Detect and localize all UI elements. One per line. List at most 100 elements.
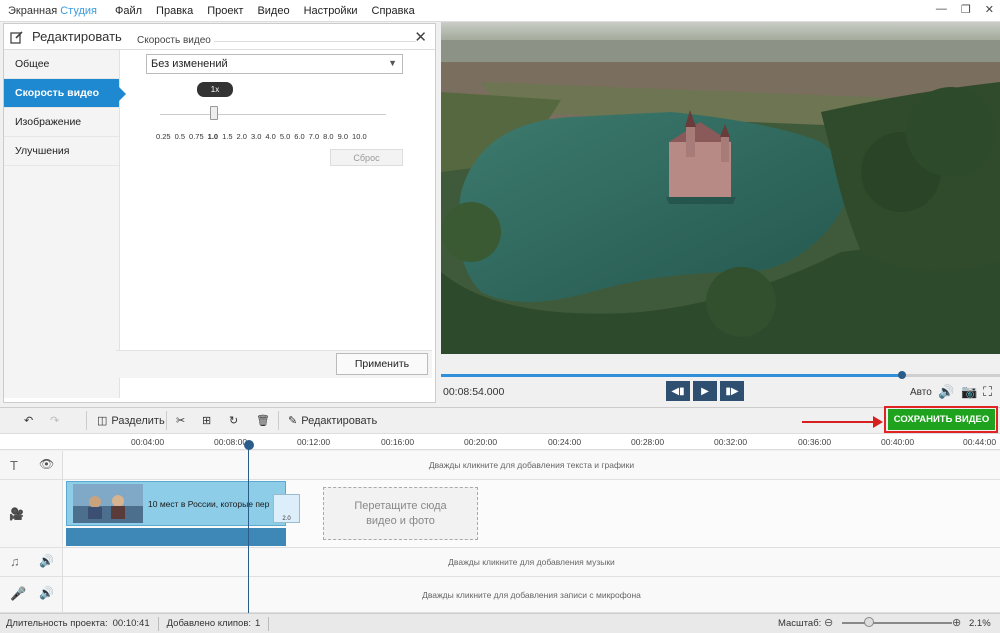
split-button[interactable]: ◫ Разделить bbox=[97, 414, 165, 428]
maximize-icon[interactable]: ❐ bbox=[961, 3, 971, 16]
tab-general[interactable]: Общее bbox=[4, 50, 119, 79]
zoom-in-icon[interactable]: ⊕ bbox=[952, 616, 961, 629]
reset-button[interactable]: Сброс bbox=[330, 149, 403, 166]
clips-label: Добавлено клипов: bbox=[166, 618, 252, 629]
annotation-arrow-line bbox=[802, 421, 876, 423]
zoom-out-icon[interactable]: ⊖ bbox=[824, 616, 833, 629]
eye-icon[interactable]: 👁 bbox=[39, 457, 54, 471]
speed-slider-thumb[interactable] bbox=[210, 106, 218, 120]
speed-preset-select[interactable]: Без изменений ▼ bbox=[146, 54, 403, 74]
speed-tick-label: 4.0 bbox=[265, 132, 276, 141]
text-track-header: T 👁 bbox=[0, 451, 63, 480]
playback-progress-knob[interactable] bbox=[898, 371, 906, 379]
close-window-icon[interactable]: ✕ bbox=[985, 3, 994, 16]
mic-track-header: 🎤 🔊 bbox=[0, 577, 63, 613]
clip-title: 10 мест в России, которые пер bbox=[148, 499, 270, 509]
prev-frame-button[interactable]: ◀▮ bbox=[666, 381, 690, 401]
media-drop-zone[interactable]: Перетащите сюда видео и фото bbox=[323, 487, 478, 540]
menu-edit[interactable]: Правка bbox=[156, 5, 193, 17]
volume-icon[interactable]: 🔊 bbox=[39, 554, 54, 568]
volume-icon[interactable]: 🔊 bbox=[938, 384, 954, 400]
speed-slider-ticks: 0.25 0.5 0.75 1.0 1.5 2.0 3.0 4.0 5.0 6.0 7.0 8.0 9.… bbox=[156, 132, 396, 141]
menu-video[interactable]: Видео bbox=[257, 5, 289, 17]
ruler-label: 00:20:00 bbox=[464, 437, 498, 447]
toolbar-divider bbox=[166, 411, 167, 430]
next-frame-button[interactable]: ▮▶ bbox=[720, 381, 744, 401]
menu-bar: Экранная Студия Файл Правка Проект Видео… bbox=[0, 0, 1000, 22]
clips-value: 1 bbox=[255, 618, 261, 629]
clip-audio-waveform bbox=[66, 528, 286, 546]
ruler-label: 00:24:00 bbox=[548, 437, 582, 447]
speed-tick-label: 0.25 bbox=[156, 132, 171, 141]
speed-tick-label: 0.5 bbox=[174, 132, 186, 141]
video-track-header: 🎥 bbox=[0, 480, 63, 548]
trash-icon[interactable]: 🗑 bbox=[256, 414, 270, 427]
ruler-label: 00:44:00 bbox=[963, 437, 997, 447]
mic-track[interactable]: Дважды кликните для добавления записи с … bbox=[63, 577, 1000, 613]
ruler-label: 00:28:00 bbox=[631, 437, 665, 447]
music-track[interactable]: Дважды кликните для добавления музыки bbox=[63, 548, 1000, 577]
tab-video-speed[interactable]: Скорость видео bbox=[4, 79, 126, 108]
rotate-icon[interactable]: ↻ bbox=[229, 414, 238, 427]
menu-settings[interactable]: Настройки bbox=[304, 5, 358, 17]
app-brand: Экранная Студия bbox=[0, 5, 97, 17]
transition-duration: 2.0 bbox=[282, 516, 291, 522]
speed-tick-label: 8.0 bbox=[323, 132, 334, 141]
speed-slider-track[interactable] bbox=[160, 114, 386, 115]
undo-icon[interactable]: ↶ bbox=[24, 414, 33, 427]
fullscreen-icon[interactable]: ⛶ bbox=[983, 384, 992, 400]
text-icon: T bbox=[10, 458, 18, 473]
clip-thumbnail-image bbox=[73, 484, 143, 523]
brand-accent: Студия bbox=[60, 4, 97, 17]
ruler-label: 00:12:00 bbox=[297, 437, 331, 447]
video-preview[interactable] bbox=[441, 22, 1000, 354]
edit-clip-button[interactable]: ✎ Редактировать bbox=[288, 414, 377, 428]
redo-icon[interactable]: ↷ bbox=[50, 414, 59, 427]
save-video-button[interactable]: СОХРАНИТЬ ВИДЕО bbox=[888, 409, 995, 430]
microphone-icon: 🎤 bbox=[10, 586, 27, 601]
volume-icon[interactable]: 🔊 bbox=[39, 586, 54, 600]
menu-help[interactable]: Справка bbox=[372, 5, 415, 17]
zoom-slider-track[interactable] bbox=[842, 622, 952, 624]
skip-forward-icon: ▮▶ bbox=[725, 385, 739, 397]
ruler-label: 00:32:00 bbox=[714, 437, 748, 447]
ruler-label: 00:40:00 bbox=[881, 437, 915, 447]
speed-tick-label: 5.0 bbox=[279, 132, 291, 141]
apply-button[interactable]: Применить bbox=[336, 353, 428, 375]
scissors-icon[interactable]: ✂ bbox=[176, 414, 185, 427]
text-track[interactable]: Дважды кликните для добавления текста и … bbox=[63, 451, 1000, 480]
music-note-icon: ♫ bbox=[10, 554, 20, 569]
transition-thumbnail[interactable]: 2.0 bbox=[273, 494, 300, 523]
crop-icon[interactable]: ⊞ bbox=[202, 414, 211, 427]
chevron-down-icon: ▼ bbox=[388, 58, 397, 68]
window-controls: — ❐ ✕ bbox=[936, 3, 994, 16]
annotation-arrow-head bbox=[873, 416, 883, 428]
split-label: Разделить bbox=[111, 414, 165, 427]
speed-tick-label: 0.75 bbox=[189, 132, 204, 141]
play-icon: ▶ bbox=[701, 385, 709, 397]
speed-tick-label: 10.0 bbox=[352, 132, 367, 141]
duration-value: 00:10:41 bbox=[112, 618, 150, 629]
speed-tick-label: 3.0 bbox=[250, 132, 262, 141]
music-track-header: ♫ 🔊 bbox=[0, 548, 63, 577]
zoom-slider-thumb[interactable] bbox=[864, 617, 874, 627]
speed-tick-label: 1.5 bbox=[222, 132, 233, 141]
ruler-label: 00:08:00 bbox=[214, 437, 248, 447]
status-divider bbox=[268, 616, 270, 631]
snapshot-icon[interactable]: 📷 bbox=[961, 384, 977, 400]
playhead-handle[interactable] bbox=[244, 440, 254, 450]
menu-file[interactable]: Файл bbox=[115, 5, 142, 17]
quality-selector[interactable]: Авто bbox=[910, 387, 932, 398]
menu-project[interactable]: Проект bbox=[207, 5, 243, 17]
section-divider bbox=[214, 41, 416, 42]
status-divider bbox=[157, 616, 159, 631]
timeline-playhead[interactable] bbox=[248, 441, 249, 614]
playback-progress-fill bbox=[441, 374, 902, 377]
ruler-label: 00:36:00 bbox=[798, 437, 832, 447]
speed-tick-label: 2.0 bbox=[236, 132, 247, 141]
minimize-icon[interactable]: — bbox=[936, 3, 947, 16]
tab-image[interactable]: Изображение bbox=[4, 108, 119, 137]
close-panel-icon[interactable]: ✕ bbox=[414, 28, 427, 46]
tab-enhancements[interactable]: Улучшения bbox=[4, 137, 119, 166]
play-button[interactable]: ▶ bbox=[693, 381, 717, 401]
